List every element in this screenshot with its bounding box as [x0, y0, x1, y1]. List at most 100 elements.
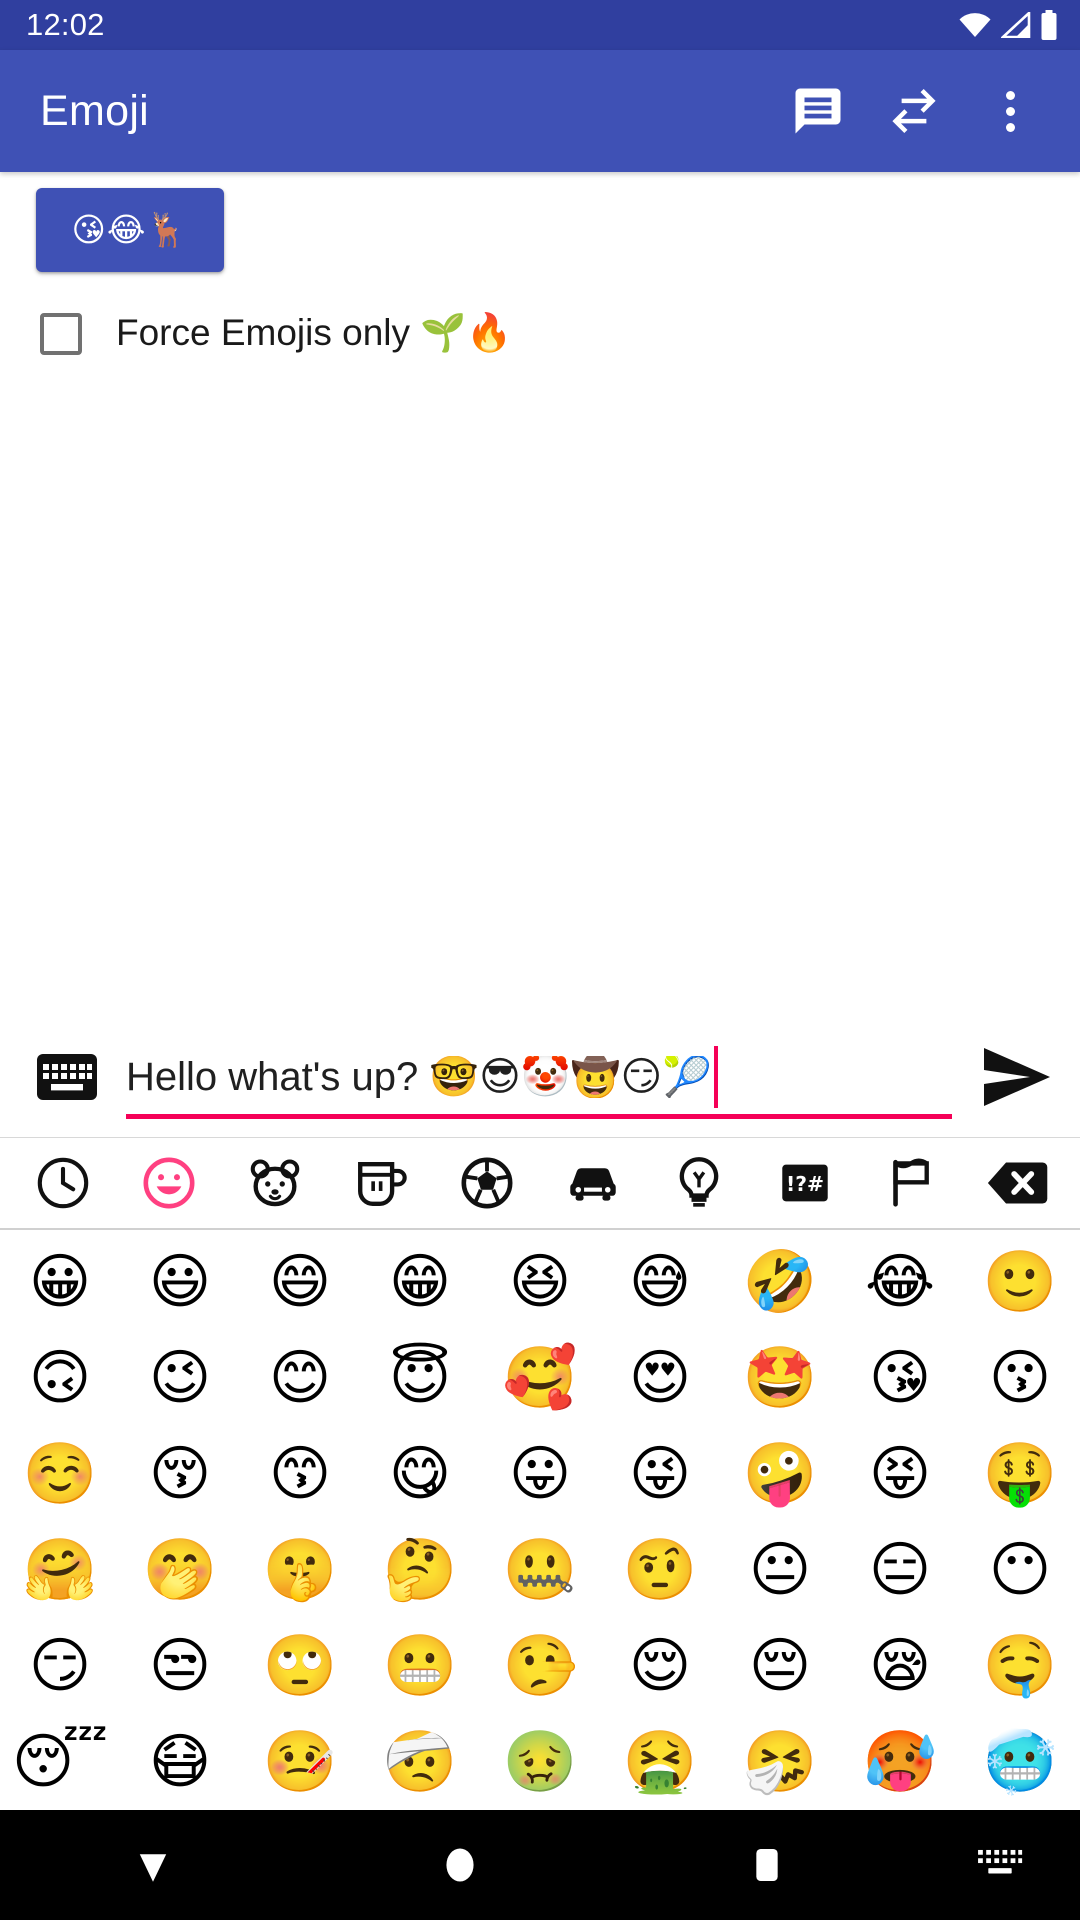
emoji-cell[interactable]: 😛: [480, 1426, 600, 1522]
status-bar: 12:02: [0, 0, 1080, 50]
emoji-cell[interactable]: 😉: [120, 1330, 240, 1426]
emoji-cell[interactable]: 🙂: [960, 1234, 1080, 1330]
emoji-cell[interactable]: 😶: [960, 1522, 1080, 1618]
emoji-cell[interactable]: 😂: [840, 1234, 960, 1330]
emoji-cell[interactable]: 😴: [0, 1714, 120, 1810]
emoji-cell[interactable]: 🤥: [480, 1618, 600, 1714]
tab-animals[interactable]: [222, 1137, 328, 1229]
overflow-menu-icon[interactable]: [962, 63, 1058, 159]
backspace-icon: [986, 1154, 1048, 1212]
tab-travel[interactable]: [540, 1137, 646, 1229]
tab-food[interactable]: [328, 1137, 434, 1229]
emoji-cell[interactable]: 😪: [840, 1618, 960, 1714]
emoji-cell[interactable]: 🥶: [960, 1714, 1080, 1810]
message-icon[interactable]: [770, 63, 866, 159]
emoji-cell[interactable]: 🤮: [600, 1714, 720, 1810]
cup-icon: [352, 1154, 410, 1212]
emoji-cell[interactable]: 🤐: [480, 1522, 600, 1618]
emoji-cell[interactable]: 😄: [240, 1234, 360, 1330]
tab-recent[interactable]: [10, 1137, 116, 1229]
emoji-cell[interactable]: 🤤: [960, 1618, 1080, 1714]
recents-button[interactable]: [613, 1810, 920, 1920]
emoji-cell[interactable]: 🤭: [120, 1522, 240, 1618]
emoji-cell[interactable]: 🤪: [720, 1426, 840, 1522]
tab-smileys[interactable]: [116, 1137, 222, 1229]
emoji-cell[interactable]: 😒: [120, 1618, 240, 1714]
emoji-cell[interactable]: 😍: [600, 1330, 720, 1426]
emoji-cell[interactable]: 😊: [240, 1330, 360, 1426]
emoji-cell[interactable]: 🙄: [240, 1618, 360, 1714]
emoji-cell[interactable]: 🤨: [600, 1522, 720, 1618]
soccer-ball-icon: [458, 1154, 516, 1212]
emoji-cell[interactable]: 🥵: [840, 1714, 960, 1810]
battery-icon: [1040, 10, 1058, 40]
emoji-cell[interactable]: ☺️: [0, 1426, 120, 1522]
emoji-cell[interactable]: 🤒: [240, 1714, 360, 1810]
emoji-cell[interactable]: 😝: [840, 1426, 960, 1522]
emoji-cell[interactable]: 😆: [480, 1234, 600, 1330]
home-button[interactable]: [307, 1810, 614, 1920]
bear-icon: [246, 1154, 304, 1212]
emoji-keyboard: !?# 😀 😃 😄 😁 😆 😅 🤣 😂 🙂 🙃 😉 😊 😇 🥰 😍 🤩 😘 😗 …: [0, 1137, 1080, 1810]
emoji-cell[interactable]: 😑: [840, 1522, 960, 1618]
system-navigation-bar: [0, 1810, 1080, 1920]
tab-objects[interactable]: [646, 1137, 752, 1229]
emoji-grid: 😀 😃 😄 😁 😆 😅 🤣 😂 🙂 🙃 😉 😊 😇 🥰 😍 🤩 😘 😗 ☺️ 😚…: [0, 1230, 1080, 1810]
app-bar: Emoji: [0, 50, 1080, 172]
emoji-cell[interactable]: 🤕: [360, 1714, 480, 1810]
swap-icon[interactable]: [866, 63, 962, 159]
emoji-cell[interactable]: 🤣: [720, 1234, 840, 1330]
status-bar-clock: 12:02: [26, 7, 105, 42]
emoji-cell[interactable]: 😁: [360, 1234, 480, 1330]
force-emojis-checkbox-row[interactable]: Force Emojis only 🌱🔥: [40, 312, 512, 355]
emoji-cell[interactable]: 😏: [0, 1618, 120, 1714]
emoji-cell[interactable]: 😘: [840, 1330, 960, 1426]
tab-activity[interactable]: [434, 1137, 540, 1229]
emoji-cell[interactable]: 😅: [600, 1234, 720, 1330]
car-icon: [564, 1154, 622, 1212]
emoji-cell[interactable]: 😬: [360, 1618, 480, 1714]
send-button[interactable]: [978, 1038, 1056, 1116]
back-button[interactable]: [0, 1810, 307, 1920]
text-caret: [713, 1046, 718, 1108]
emoji-cell[interactable]: 😙: [240, 1426, 360, 1522]
emoji-cell[interactable]: 😋: [360, 1426, 480, 1522]
cell-signal-icon: [1001, 12, 1031, 38]
emoji-cell[interactable]: 🤫: [240, 1522, 360, 1618]
tab-symbols[interactable]: !?#: [752, 1137, 858, 1229]
emoji-sample-button[interactable]: 😘😂🦌: [36, 188, 224, 272]
emoji-cell[interactable]: 🤗: [0, 1522, 120, 1618]
ime-switcher-button[interactable]: [920, 1810, 1080, 1920]
emoji-row: 😴 😷 🤒 🤕 🤢 🤮 🤧 🥵 🥶: [0, 1714, 1080, 1810]
emoji-cell[interactable]: 😃: [120, 1234, 240, 1330]
emoji-cell[interactable]: 🥰: [480, 1330, 600, 1426]
emoji-cell[interactable]: 😀: [0, 1234, 120, 1330]
tab-backspace[interactable]: [964, 1137, 1070, 1229]
emoji-cell[interactable]: 😌: [600, 1618, 720, 1714]
overflow-dots: [1005, 90, 1015, 132]
send-icon: [982, 1046, 1052, 1108]
emoji-cell[interactable]: 😷: [120, 1714, 240, 1810]
emoji-cell[interactable]: 🙃: [0, 1330, 120, 1426]
emoji-cell[interactable]: 🤢: [480, 1714, 600, 1810]
flag-icon: [882, 1154, 940, 1212]
emoji-cell[interactable]: 😇: [360, 1330, 480, 1426]
emoji-category-tabs: !?#: [0, 1138, 1080, 1230]
emoji-cell[interactable]: 🤑: [960, 1426, 1080, 1522]
circle-icon: [438, 1843, 482, 1887]
emoji-cell[interactable]: 🤩: [720, 1330, 840, 1426]
triangle-down-icon: [129, 1841, 177, 1889]
emoji-cell[interactable]: 😐: [720, 1522, 840, 1618]
emoji-cell[interactable]: 🤔: [360, 1522, 480, 1618]
page-title: Emoji: [40, 86, 150, 135]
keyboard-icon[interactable]: [34, 1044, 100, 1110]
emoji-cell[interactable]: 😗: [960, 1330, 1080, 1426]
emoji-cell[interactable]: 😜: [600, 1426, 720, 1522]
emoji-cell[interactable]: 😔: [720, 1618, 840, 1714]
force-emojis-checkbox[interactable]: [40, 312, 82, 355]
emoji-cell[interactable]: 😚: [120, 1426, 240, 1522]
tab-flags[interactable]: [858, 1137, 964, 1229]
message-input-field[interactable]: Hello what's up? 🤓😎🤡🤠😏🎾: [126, 1035, 952, 1119]
square-icon: [747, 1843, 787, 1887]
emoji-cell[interactable]: 🤧: [720, 1714, 840, 1810]
